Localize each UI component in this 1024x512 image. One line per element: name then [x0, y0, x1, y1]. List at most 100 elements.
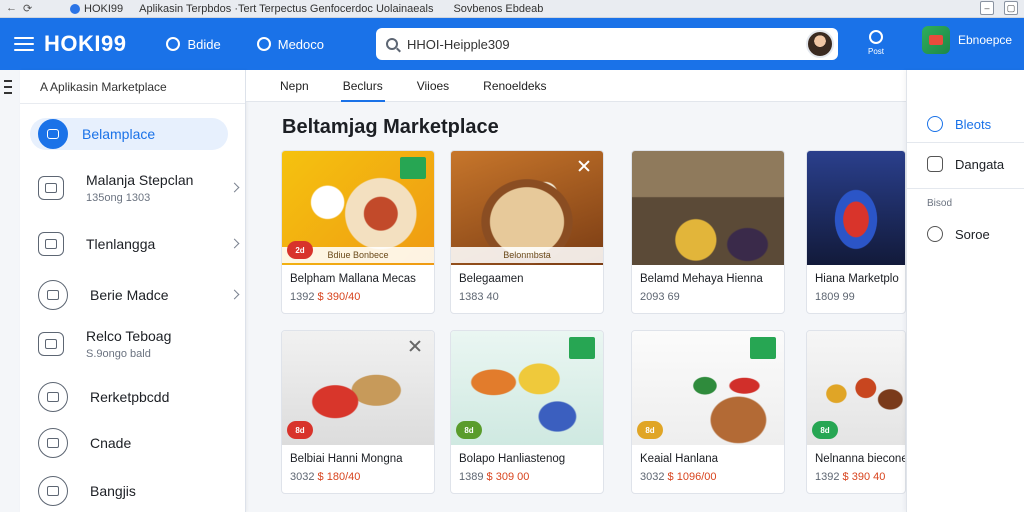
product-image — [632, 151, 784, 265]
search-input[interactable] — [407, 36, 787, 52]
product-price: 1389 $ 309 00 — [459, 471, 529, 483]
list-icon — [38, 232, 64, 256]
sidebar-item-label: Bangjis — [90, 483, 136, 499]
search-square-icon — [927, 156, 943, 172]
price-highlight: $ 309 00 — [486, 471, 530, 483]
close-icon[interactable] — [408, 339, 422, 353]
users-icon — [927, 116, 943, 132]
sidebar-item-bangjis[interactable]: Bangjis — [30, 476, 244, 506]
product-card-3[interactable]: Belamd Mehaya Hienna 2093 69 — [631, 150, 785, 314]
compass-icon — [38, 280, 68, 310]
product-name: Nelnanna bieconer — [815, 453, 906, 465]
search-icon — [386, 38, 398, 50]
product-name: Bolapo Hanliastenog — [459, 453, 566, 465]
divider — [907, 188, 1024, 189]
location-icon — [166, 37, 181, 51]
sidebar-item-belamplace[interactable]: Belamplace — [30, 118, 228, 150]
sidebar-toggle-icon[interactable] — [4, 80, 12, 94]
price-highlight: $ 180/40 — [317, 471, 361, 483]
shop-icon — [38, 176, 64, 200]
user-avatar[interactable] — [806, 30, 834, 58]
product-card-8[interactable]: 8d Nelnanna bieconer 1392 $ 390 40 — [806, 330, 906, 494]
product-name: Belpham Mallana Mecas — [290, 273, 416, 285]
product-price: 3032 $ 1096/00 — [640, 471, 716, 483]
chevron-right-icon — [229, 182, 240, 193]
refresh-icon[interactable]: ⟳ — [23, 2, 32, 15]
header-link-1[interactable]: Bdide — [166, 37, 221, 52]
price-base: 1392 — [290, 291, 315, 303]
store-button[interactable]: Ebnoepce — [922, 26, 1012, 54]
sidebar-item-label: Belamplace — [82, 126, 156, 142]
product-card-1[interactable]: Bdiue Bonbece 2d Belpham Mallana Mecas 1… — [281, 150, 435, 314]
product-caption: Belonmbsta — [451, 247, 603, 263]
price-base: 3032 — [290, 471, 315, 483]
tab-beclurs[interactable]: Beclurs — [333, 70, 393, 102]
tab-renoeldeks[interactable]: Renoeldeks — [473, 70, 556, 102]
product-name: Belamd Mehaya Hienna — [640, 273, 763, 285]
chevron-right-icon — [229, 238, 240, 249]
menu-icon[interactable] — [14, 37, 34, 51]
sidebar-item-label: Rerketpbcdd — [90, 389, 170, 405]
right-panel-item-soroe[interactable]: Soroe — [927, 226, 990, 242]
store-button-label: Ebnoepce — [958, 33, 1013, 47]
product-name: Belbiai Hanni Mongna — [290, 453, 403, 465]
sidebar-header-title: A Aplikasin Marketplace — [40, 79, 167, 94]
product-price: 1383 40 — [459, 291, 499, 303]
browser-tab-title: HOKI99 — [84, 2, 124, 15]
discount-badge: 8d — [456, 421, 482, 439]
product-name: Hiana Marketplo — [815, 273, 899, 285]
browser-tab[interactable]: HOKI99 Aplikasin Terpbdos ·Tert Terpectu… — [64, 3, 549, 15]
header-link-2[interactable]: Medoco — [256, 36, 324, 52]
post-button-label: Post — [867, 47, 884, 56]
discount-badge: 8d — [637, 421, 663, 439]
header-link-2-label: Medoco — [277, 36, 324, 52]
right-panel-item-bleots[interactable]: Bleots — [927, 116, 991, 132]
divider — [907, 142, 1024, 143]
product-card-2[interactable]: Belonmbsta Belegaamen 1383 40 — [450, 150, 604, 314]
right-panel-section-title: Bisod — [927, 198, 953, 209]
tab-nepn[interactable]: Nepn — [270, 70, 319, 102]
sidebar-item-rerketpbcdd[interactable]: Rerketpbcdd — [30, 382, 244, 412]
price-base: 3032 — [640, 471, 665, 483]
sidebar-item-malanja[interactable]: Malanja Stepclan 135ong 1303 — [30, 172, 244, 204]
sidebar-item-sub: 135ong 1303 — [86, 192, 151, 204]
product-card-6[interactable]: 8d Bolapo Hanliastenog 1389 $ 309 00 — [450, 330, 604, 494]
promo-tag-icon — [569, 337, 595, 359]
minimize-icon[interactable]: – — [980, 1, 994, 15]
sidebar-item-berie-madce[interactable]: Berie Madce — [30, 280, 244, 310]
right-panel-item-label: Bleots — [955, 116, 992, 132]
sidebar-item-label: Malanja Stepclan — [86, 172, 194, 188]
right-panel-item-dangata[interactable]: Dangata — [927, 156, 1004, 172]
right-panel-item-label: Soroe — [955, 226, 990, 242]
product-price: 1809 99 — [815, 291, 855, 303]
browser-nav: ← ⟳ — [0, 2, 64, 15]
sidebar: A Aplikasin Marketplace Belamplace Malan… — [4, 70, 246, 512]
back-icon[interactable]: ← — [6, 2, 17, 15]
product-name: Keaial Hanlana — [640, 453, 719, 465]
sidebar-item-label: Berie Madce — [90, 287, 169, 303]
search-bar — [376, 28, 838, 60]
sidebar-item-label: Relco Teboag — [86, 328, 172, 344]
tab-viioes[interactable]: Viioes — [407, 70, 459, 102]
link-icon — [38, 476, 68, 506]
promo-tag-icon — [750, 337, 776, 359]
store-icon — [922, 26, 950, 54]
sidebar-item-tlenlangga[interactable]: Tlenlangga — [30, 232, 244, 256]
post-button[interactable]: Post — [860, 30, 892, 56]
right-panel: Bleots Dangata Bisod Soroe — [906, 70, 1024, 512]
close-icon[interactable] — [577, 159, 591, 173]
discount-badge: 8d — [287, 421, 313, 439]
maximize-icon[interactable]: ▢ — [1004, 1, 1018, 15]
browser-tab-bar: ← ⟳ HOKI99 Aplikasin Terpbdos ·Tert Terp… — [0, 0, 1024, 18]
sidebar-item-cnade[interactable]: Cnade — [30, 428, 244, 458]
price-highlight: $ 390/40 — [317, 291, 361, 303]
price-base: 1389 — [459, 471, 484, 483]
window-controls: – ▢ — [980, 1, 1018, 15]
price-highlight: $ 1096/00 — [667, 471, 717, 483]
sidebar-item-relco[interactable]: Relco Teboag S.9ongo bald — [30, 328, 244, 360]
sidebar-item-label: Tlenlangga — [86, 236, 156, 252]
content-tabs: Nepn Beclurs Viioes Renoeldeks — [246, 70, 906, 102]
product-card-5[interactable]: 8d Belbiai Hanni Mongna 3032 $ 180/40 — [281, 330, 435, 494]
product-card-4[interactable]: Hiana Marketplo 1809 99 — [806, 150, 906, 314]
product-card-7[interactable]: 8d Keaial Hanlana 3032 $ 1096/00 — [631, 330, 785, 494]
